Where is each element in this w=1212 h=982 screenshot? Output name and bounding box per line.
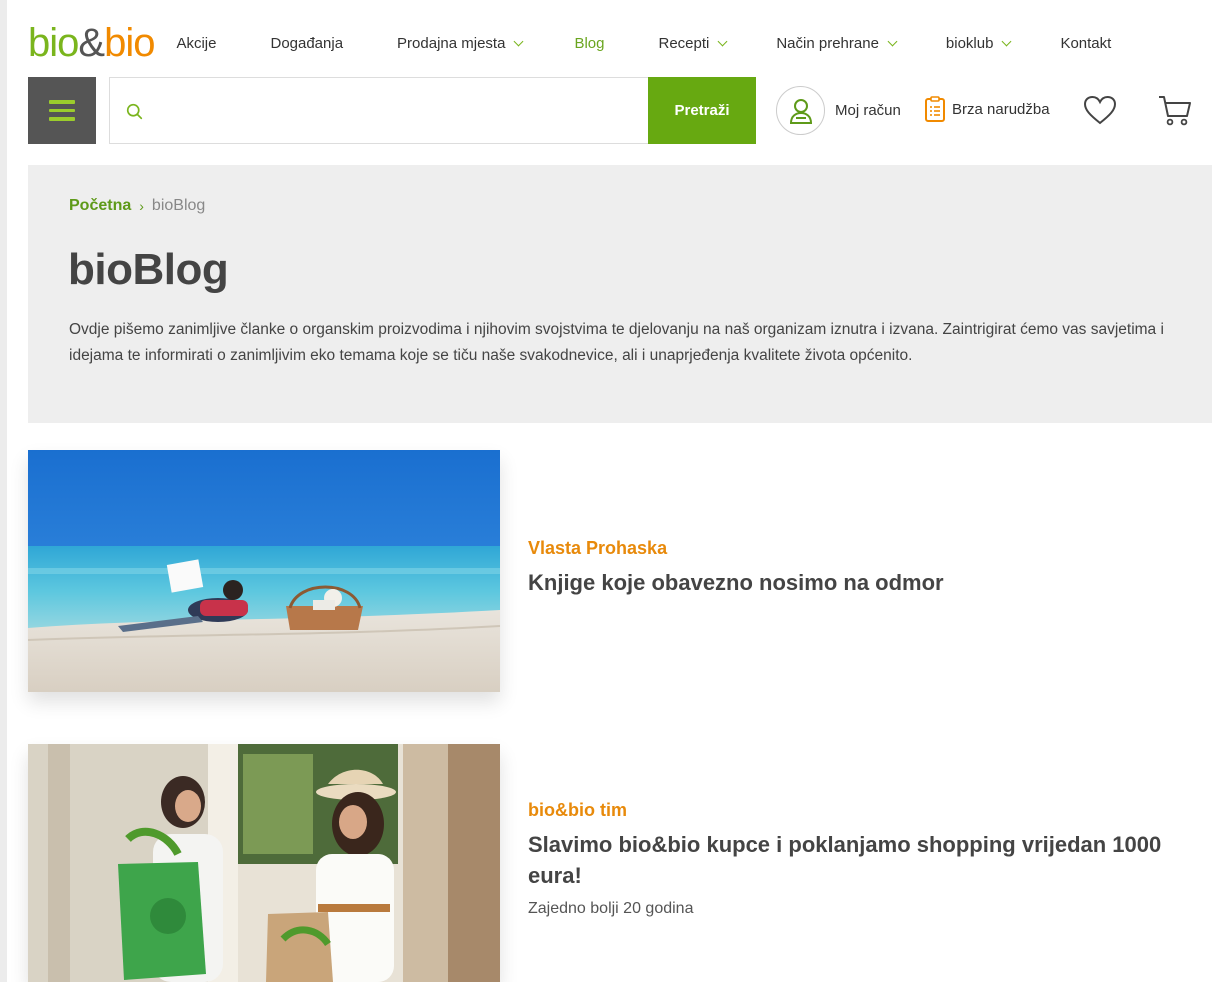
my-account-label: Moj račun (835, 102, 901, 119)
article-image-beach[interactable] (28, 450, 500, 692)
logo-part-bio-orange: bio (104, 21, 155, 65)
left-edge-bar (0, 0, 7, 982)
article-title[interactable]: Knjige koje obavezno nosimo na odmor (528, 567, 1168, 598)
nav-label: Recepti (658, 34, 710, 52)
chevron-down-icon (514, 36, 524, 46)
user-icon (776, 86, 825, 135)
nav-label: Kontakt (1060, 34, 1112, 52)
article-title[interactable]: Slavimo bio&bio kupce i poklanjamo shopp… (528, 829, 1168, 891)
menu-line (49, 100, 75, 104)
menu-line (49, 108, 75, 113)
nav-label: Blog (574, 34, 605, 52)
nav-label: Prodajna mjesta (397, 34, 506, 52)
blog-hero: Početna › bioBlog bioBlog Ovdje pišemo z… (28, 165, 1212, 423)
heart-icon[interactable] (1082, 94, 1118, 126)
top-navigation: bio&bio Akcije Događanja Prodajna mjesta… (28, 18, 1198, 68)
nav-item-bioklub[interactable]: bioklub (945, 34, 1012, 52)
nav-item-recepti[interactable]: Recepti (658, 34, 728, 52)
my-account-link[interactable]: Moj račun (776, 86, 901, 135)
nav-item-kontakt[interactable]: Kontakt (1060, 35, 1111, 52)
nav-label: Akcije (176, 34, 217, 52)
chevron-down-icon (717, 36, 728, 46)
site-logo[interactable]: bio&bio (28, 21, 155, 65)
logo-ampersand: & (78, 21, 105, 65)
page-title: bioBlog (68, 245, 229, 294)
hamburger-menu-button[interactable] (28, 77, 96, 144)
page-description: Ovdje pišemo zanimljive članke o organsk… (69, 321, 1164, 364)
nav-item-akcije[interactable]: Akcije (176, 35, 216, 52)
logo-part-bio: bio (28, 21, 79, 65)
nav-item-nacin-prehrane[interactable]: Način prehrane (776, 34, 898, 52)
cart-icon[interactable] (1157, 94, 1193, 128)
chevron-down-icon (1002, 36, 1012, 46)
menu-line (49, 117, 75, 121)
article-card[interactable]: bio&bio tim Slavimo bio&bio kupce i pokl… (28, 744, 1198, 982)
breadcrumb-home-link[interactable]: Početna (69, 197, 131, 215)
nav-label: Način prehrane (776, 34, 879, 52)
breadcrumb: Početna › bioBlog (69, 197, 205, 215)
article-image-shoppers[interactable] (28, 744, 500, 982)
article-meta: Vlasta Prohaska Knjige koje obavezno nos… (528, 538, 1168, 598)
chevron-down-icon (887, 36, 898, 46)
article-author: Vlasta Prohaska (528, 538, 668, 558)
breadcrumb-separator: › (139, 198, 144, 214)
search-icon (126, 103, 143, 120)
nav-item-dogadanja[interactable]: Događanja (270, 35, 343, 52)
article-author: bio&bio tim (528, 800, 627, 820)
breadcrumb-current: bioBlog (151, 197, 206, 214)
article-subtitle: Zajedno bolji 20 godina (528, 900, 694, 917)
quick-order-label: Brza narudžba (952, 100, 1050, 118)
article-meta: bio&bio tim Slavimo bio&bio kupce i pokl… (528, 800, 1168, 918)
nav-label: bioklub (945, 34, 994, 52)
clipboard-icon (925, 96, 945, 122)
nav-item-blog[interactable]: Blog (574, 35, 604, 52)
search-box (109, 77, 649, 144)
search-button[interactable]: Pretraži (648, 77, 756, 144)
nav-label: Događanja (270, 34, 344, 52)
nav-item-prodajna-mjesta[interactable]: Prodajna mjesta (397, 34, 524, 52)
article-card[interactable]: Vlasta Prohaska Knjige koje obavezno nos… (28, 450, 1198, 692)
search-input[interactable] (110, 78, 649, 143)
quick-order-link[interactable]: Brza narudžba (924, 96, 1050, 122)
